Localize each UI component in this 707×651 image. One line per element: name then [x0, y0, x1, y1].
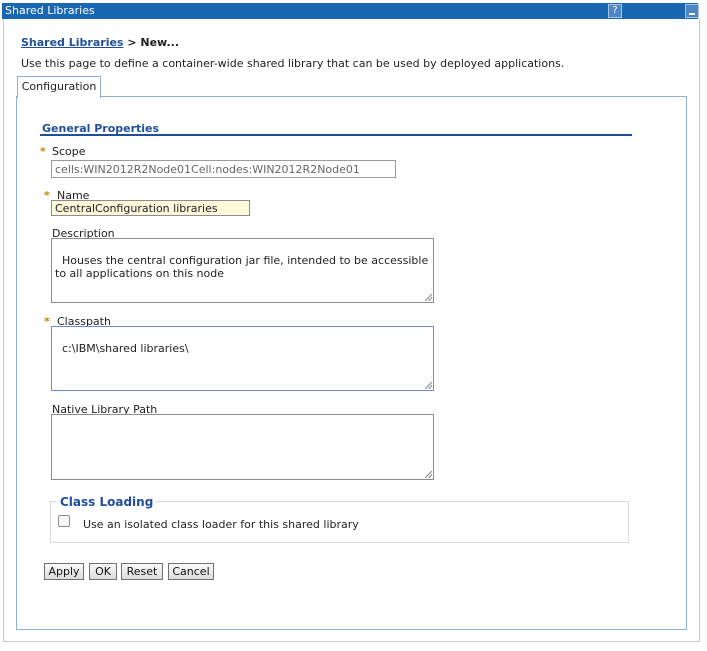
required-icon: *: [44, 189, 50, 202]
apply-button[interactable]: Apply: [44, 563, 84, 580]
window-titlebar: Shared Libraries ?: [2, 3, 699, 19]
name-input[interactable]: CentralConfiguration libraries: [51, 200, 250, 216]
breadcrumb-link-shared-libraries[interactable]: Shared Libraries: [21, 36, 123, 49]
isolated-class-loader-checkbox[interactable]: [58, 515, 70, 527]
tab-configuration[interactable]: Configuration: [17, 76, 101, 98]
breadcrumb-current: New...: [140, 36, 180, 49]
ok-button[interactable]: OK: [89, 563, 117, 580]
native-library-path-textarea[interactable]: [51, 414, 434, 480]
reset-button[interactable]: Reset: [121, 563, 163, 580]
breadcrumb: Shared Libraries > New...: [21, 36, 179, 49]
cancel-button[interactable]: Cancel: [168, 563, 214, 580]
class-loading-heading: Class Loading: [57, 495, 157, 509]
required-icon: *: [44, 315, 50, 328]
resize-handle-icon[interactable]: [425, 294, 432, 301]
resize-handle-icon[interactable]: [425, 471, 432, 478]
minimize-icon[interactable]: [685, 4, 699, 18]
scope-label: Scope: [52, 145, 86, 158]
page-description: Use this page to define a container-wide…: [21, 57, 565, 70]
description-text: Houses the central configuration jar fil…: [55, 254, 432, 280]
help-icon[interactable]: ?: [608, 4, 622, 18]
required-icon: *: [40, 145, 46, 158]
description-textarea[interactable]: Houses the central configuration jar fil…: [51, 238, 434, 303]
classpath-textarea[interactable]: c:\IBM\shared libraries\: [51, 326, 434, 391]
breadcrumb-separator: >: [123, 36, 141, 49]
scope-field: cells:WIN2012R2Node01Cell:nodes:WIN2012R…: [51, 160, 396, 178]
window-title: Shared Libraries: [5, 4, 95, 17]
section-divider: [40, 134, 632, 136]
classpath-text: c:\IBM\shared libraries\: [62, 342, 189, 355]
isolated-class-loader-label[interactable]: Use an isolated class loader for this sh…: [83, 518, 359, 531]
resize-handle-icon[interactable]: [425, 382, 432, 389]
